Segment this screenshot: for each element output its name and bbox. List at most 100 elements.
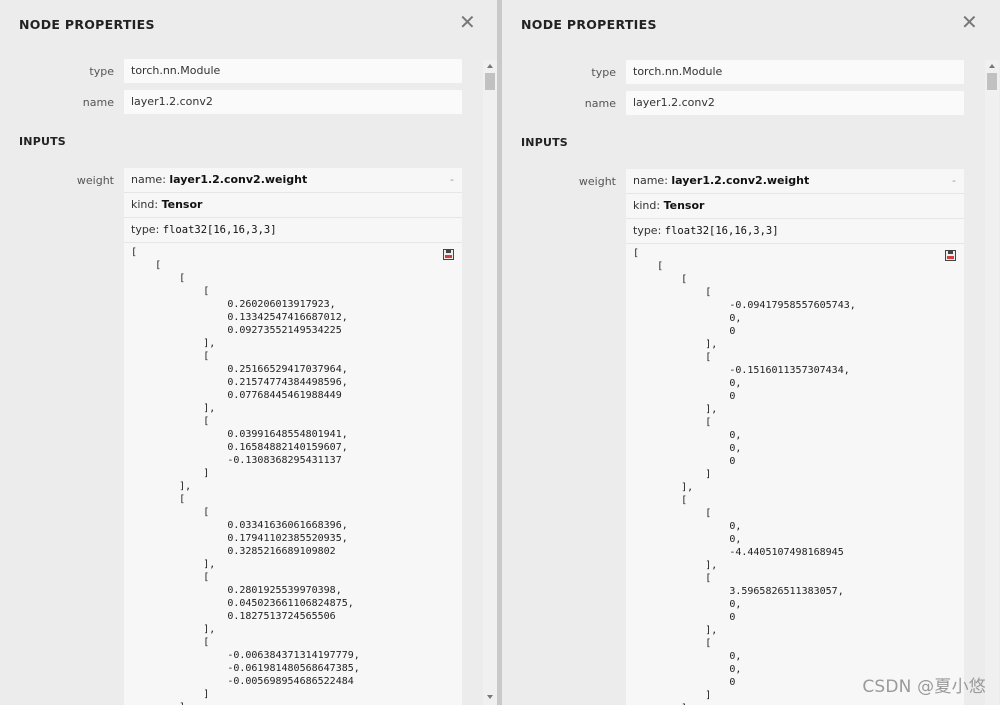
tensor-line: [ xyxy=(131,572,210,583)
collapse-toggle[interactable]: - xyxy=(952,169,956,193)
kind-prefix: kind: xyxy=(131,198,162,211)
tensor-line: -0.006384371314197779, xyxy=(131,650,360,661)
tensor-line: [ xyxy=(131,260,162,271)
tensor-line: ], xyxy=(131,624,216,635)
scroll-up-icon[interactable] xyxy=(989,64,995,68)
tensor-line: 0.045023661106824875, xyxy=(131,598,354,609)
weight-type-row: type: float32[16,16,3,3] xyxy=(626,219,964,244)
tensor-line: 0.03341636061668396, xyxy=(131,520,348,531)
weight-name-row[interactable]: name: layer1.2.conv2.weight - xyxy=(124,168,462,193)
inputs-header: INPUTS xyxy=(521,136,568,149)
tensor-line: 0.17941102385520935, xyxy=(131,533,348,544)
close-icon[interactable]: ✕ xyxy=(961,12,978,32)
save-icon[interactable] xyxy=(945,250,956,261)
tensor-line: ] xyxy=(131,701,462,705)
scrollbar[interactable] xyxy=(985,60,999,705)
tensor-line: [ xyxy=(131,637,210,648)
tensor-line: 0 xyxy=(633,391,736,402)
name-label: name xyxy=(82,96,114,109)
weight-kind: Tensor xyxy=(161,198,203,211)
tensor-line: 0.21574774384498596, xyxy=(131,377,348,388)
weight-attribute-box: name: layer1.2.conv2.weight - kind: Tens… xyxy=(124,168,462,705)
tensor-line: ] xyxy=(131,468,210,479)
tensor-line: [ xyxy=(633,638,712,649)
tensor-line: -0.005698954686522484 xyxy=(131,676,354,687)
tensor-line: 0.25166529417037964, xyxy=(131,364,348,375)
name-value: layer1.2.conv2 xyxy=(124,90,462,114)
tensor-line: 0, xyxy=(633,599,742,610)
node-properties-panel-right: NODE PROPERTIES ✕ type torch.nn.Module n… xyxy=(502,0,1000,705)
tensor-line: 0.3285216689109802 xyxy=(131,546,336,557)
tensor-line: 0.16584882140159607, xyxy=(131,442,348,453)
weight-kind-row: kind: Tensor xyxy=(124,193,462,218)
tensor-line: 0, xyxy=(633,651,742,662)
tensor-line: -0.09417958557605743, xyxy=(633,300,856,311)
tensor-line: [ xyxy=(131,507,210,518)
tensor-line: [ xyxy=(633,352,712,363)
tensor-line: [ xyxy=(131,351,210,362)
tensor-line: -4.4405107498168945 xyxy=(633,547,844,558)
tensor-line: -0.061981480568647385, xyxy=(131,663,360,674)
tensor-line: ], xyxy=(633,339,718,350)
tensor-line: 0 xyxy=(633,326,736,337)
tensor-line: [ xyxy=(131,273,186,284)
tensor-line: [ xyxy=(131,247,138,258)
panel-title: NODE PROPERTIES xyxy=(19,17,155,32)
tensor-values: [ [ [ [ -0.09417958557605743, 0, 0 ], [ … xyxy=(626,244,964,705)
panel-title: NODE PROPERTIES xyxy=(521,17,657,32)
tensor-line: [ xyxy=(633,573,712,584)
weight-type: float32[16,16,3,3] xyxy=(664,225,779,237)
tensor-line: ], xyxy=(633,625,718,636)
tensor-line: 0.260206013917923, xyxy=(131,299,336,310)
scroll-up-icon[interactable] xyxy=(487,64,493,68)
weight-type: float32[16,16,3,3] xyxy=(162,224,277,236)
tensor-line: [ xyxy=(633,508,712,519)
close-icon[interactable]: ✕ xyxy=(459,12,476,32)
tensor-values: [ [ [ [ 0.260206013917923, 0.13342547416… xyxy=(124,243,462,705)
scroll-down-icon[interactable] xyxy=(487,695,493,699)
name-label: name xyxy=(584,97,616,110)
tensor-line: 0, xyxy=(633,378,742,389)
scroll-thumb[interactable] xyxy=(485,73,495,90)
tensor-line: 0.03991648554801941, xyxy=(131,429,348,440)
save-icon[interactable] xyxy=(443,249,454,260)
tensor-line: ], xyxy=(633,404,718,415)
weight-type-row: type: float32[16,16,3,3] xyxy=(124,218,462,243)
tensor-line: 0.1827513724565506 xyxy=(131,611,336,622)
tensor-line: [ xyxy=(633,261,664,272)
tensor-line: 0.09273552149534225 xyxy=(131,325,342,336)
scrollbar[interactable] xyxy=(483,60,497,705)
tensor-line: ] xyxy=(633,469,712,480)
scroll-thumb[interactable] xyxy=(987,73,997,90)
collapse-toggle[interactable]: - xyxy=(450,168,454,192)
tensor-line: [ xyxy=(633,274,688,285)
weight-name-row[interactable]: name: layer1.2.conv2.weight - xyxy=(626,169,964,194)
tensor-line: [ xyxy=(131,494,186,505)
weight-attribute-box: name: layer1.2.conv2.weight - kind: Tens… xyxy=(626,169,964,705)
tensor-line: 0, xyxy=(633,521,742,532)
tensor-line: 3.5965826511383057, xyxy=(633,586,844,597)
node-properties-panel-left: NODE PROPERTIES ✕ type torch.nn.Module n… xyxy=(0,0,497,705)
tensor-line: ], xyxy=(633,560,718,571)
kind-prefix: kind: xyxy=(633,199,664,212)
tensor-line: 0, xyxy=(633,443,742,454)
tensor-line: ], xyxy=(131,481,192,492)
name-value: layer1.2.conv2 xyxy=(626,91,964,115)
tensor-line: [ xyxy=(633,248,640,259)
tensor-line: -0.1516011357307434, xyxy=(633,365,850,376)
type-label: type xyxy=(591,66,616,79)
tensor-line: [ xyxy=(633,287,712,298)
name-prefix: name: xyxy=(131,173,170,186)
type-value: torch.nn.Module xyxy=(626,60,964,84)
type-value: torch.nn.Module xyxy=(124,59,462,83)
weight-kind: Tensor xyxy=(663,199,705,212)
tensor-line: 0 xyxy=(633,456,736,467)
weight-name: layer1.2.conv2.weight xyxy=(169,173,308,186)
tensor-line: -0.1308368295431137 xyxy=(131,455,342,466)
tensor-line: 0.13342547416687012, xyxy=(131,312,348,323)
type-prefix: type: xyxy=(131,223,163,236)
tensor-line: ] xyxy=(131,689,210,700)
tensor-line: ], xyxy=(131,338,216,349)
weight-name: layer1.2.conv2.weight xyxy=(671,174,810,187)
tensor-line: 0, xyxy=(633,534,742,545)
